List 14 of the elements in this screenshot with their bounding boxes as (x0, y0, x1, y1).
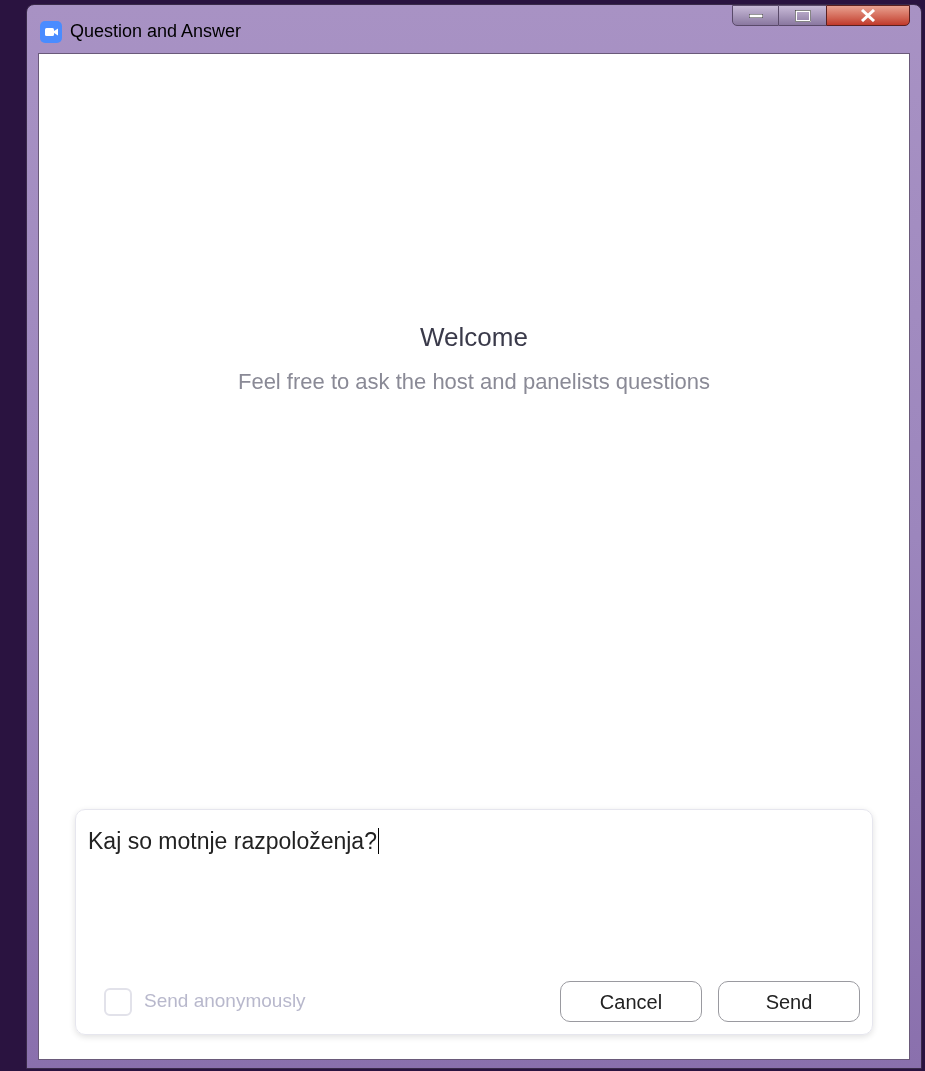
welcome-subtitle: Feel free to ask the host and panelists questions (237, 368, 711, 396)
cancel-button[interactable]: Cancel (560, 981, 702, 1022)
minimize-icon (748, 13, 763, 18)
close-icon (860, 9, 876, 22)
send-button[interactable]: Send (718, 981, 860, 1022)
maximize-button[interactable] (779, 5, 826, 26)
camera-icon (40, 20, 62, 43)
question-input[interactable]: Kaj so motnje razpoloženja? (88, 828, 379, 854)
minimize-button[interactable] (732, 5, 779, 26)
window-title: Question and Answer (70, 20, 242, 43)
welcome-heading: Welcome (420, 321, 528, 354)
checkbox-label: Send anonymously (144, 989, 306, 1014)
close-button[interactable] (826, 5, 910, 26)
maximize-icon (794, 9, 811, 22)
